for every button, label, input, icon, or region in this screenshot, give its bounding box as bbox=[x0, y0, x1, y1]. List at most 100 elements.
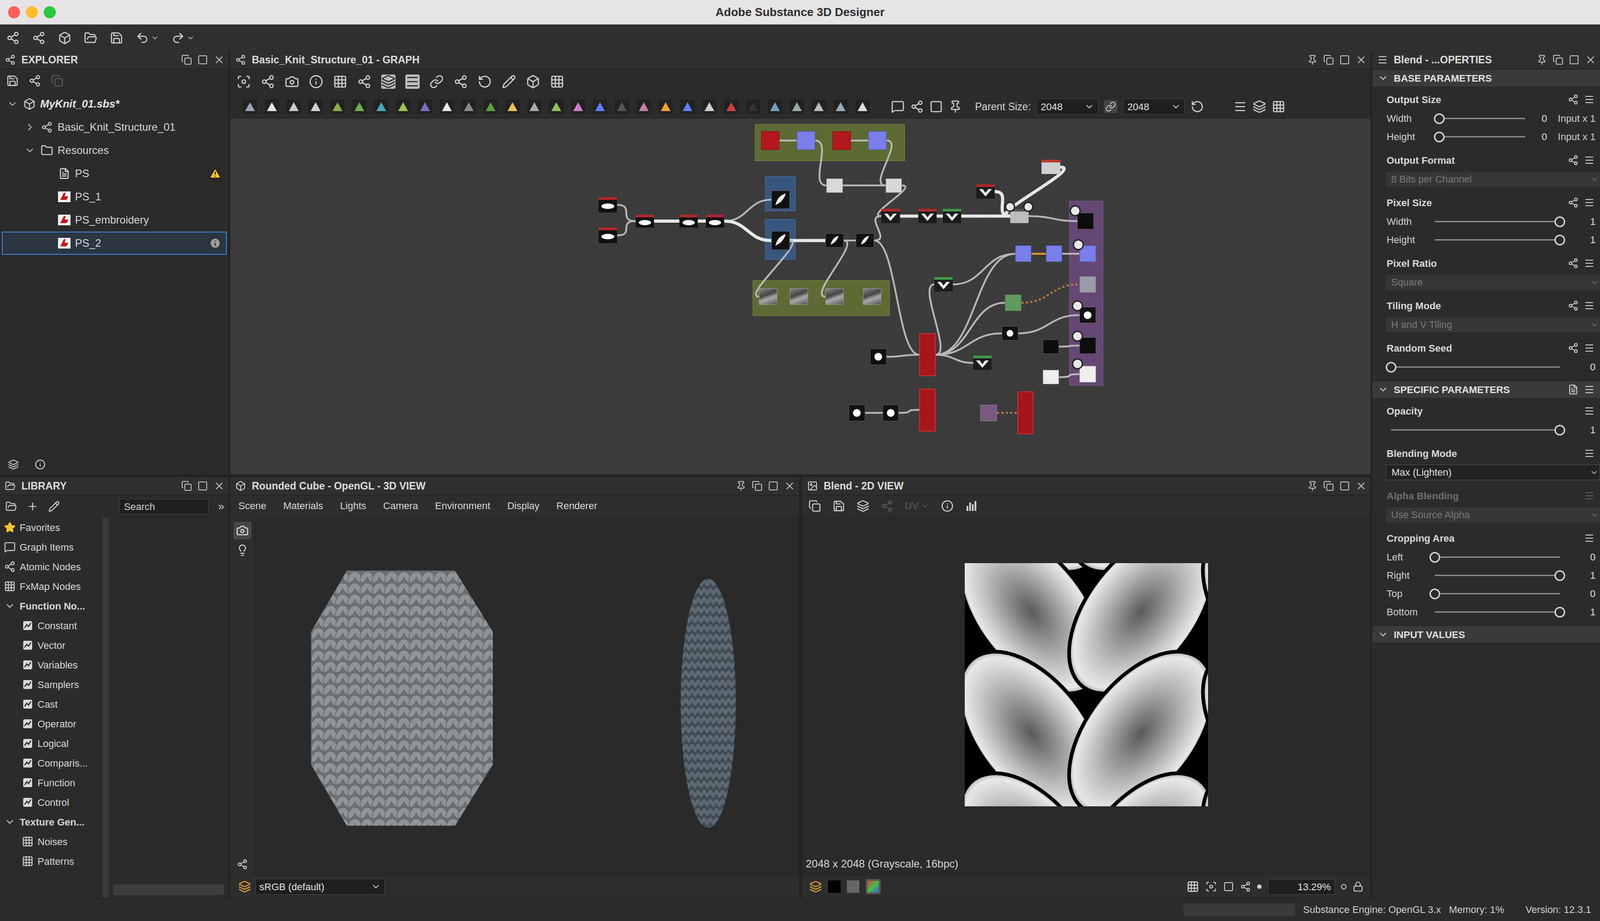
graph-node[interactable] bbox=[1079, 366, 1096, 383]
histogram-icon[interactable] bbox=[965, 500, 978, 513]
close-icon[interactable] bbox=[783, 480, 796, 492]
maximize-icon[interactable] bbox=[197, 480, 209, 492]
menu-icon[interactable] bbox=[1583, 154, 1595, 166]
graph-node[interactable] bbox=[826, 178, 843, 193]
pin-node-icon[interactable] bbox=[910, 100, 924, 114]
graph-edge[interactable] bbox=[1018, 315, 1080, 334]
library-item[interactable]: Logical bbox=[0, 733, 103, 754]
undo-history-icon[interactable] bbox=[150, 33, 159, 42]
save-icon[interactable] bbox=[109, 31, 124, 45]
graph-tool-icon[interactable] bbox=[550, 74, 565, 89]
section-header[interactable]: BASE PARAMETERS bbox=[1372, 69, 1600, 88]
graph-node[interactable] bbox=[832, 131, 851, 150]
node-type-icon[interactable] bbox=[723, 98, 740, 115]
graph-node[interactable] bbox=[758, 288, 778, 305]
graph-node[interactable] bbox=[942, 208, 962, 224]
close-icon[interactable] bbox=[1355, 480, 1367, 492]
graph-node[interactable] bbox=[771, 231, 790, 250]
maximize-icon[interactable] bbox=[197, 54, 209, 66]
node-type-icon[interactable] bbox=[329, 98, 346, 115]
graph-edge[interactable] bbox=[952, 254, 1015, 285]
grid-icon[interactable] bbox=[1186, 880, 1200, 894]
float-icon[interactable] bbox=[1323, 54, 1334, 66]
slider-value[interactable]: 0 bbox=[1568, 586, 1596, 602]
graph-node[interactable] bbox=[882, 404, 900, 422]
new-package-icon[interactable] bbox=[58, 31, 72, 45]
graph-edge[interactable] bbox=[779, 139, 797, 142]
graph-node[interactable] bbox=[1001, 326, 1019, 341]
graph-node[interactable] bbox=[881, 208, 900, 224]
expand-icon[interactable] bbox=[1377, 629, 1389, 641]
graph-node[interactable] bbox=[705, 214, 725, 229]
library-item[interactable]: Favorites bbox=[0, 517, 103, 538]
close-icon[interactable] bbox=[213, 480, 225, 492]
info-icon[interactable] bbox=[208, 237, 222, 250]
graph-node[interactable] bbox=[1072, 239, 1084, 251]
menu-item[interactable]: Camera bbox=[383, 498, 418, 514]
slider-handle[interactable] bbox=[1554, 425, 1566, 436]
float-icon[interactable] bbox=[1323, 480, 1334, 492]
menu-icon[interactable] bbox=[1583, 342, 1595, 354]
graph-node[interactable] bbox=[825, 233, 844, 248]
menu-item[interactable]: Environment bbox=[435, 498, 491, 514]
graph-node[interactable] bbox=[1023, 201, 1034, 213]
graph-node[interactable] bbox=[919, 333, 936, 377]
add-icon[interactable] bbox=[26, 500, 39, 513]
graph-node[interactable] bbox=[862, 288, 882, 305]
node-type-icon[interactable] bbox=[570, 98, 587, 115]
presets-icon[interactable] bbox=[1567, 384, 1579, 396]
close-icon[interactable] bbox=[1355, 54, 1367, 66]
menu-item[interactable]: Lights bbox=[340, 498, 367, 514]
link-icon[interactable] bbox=[1104, 100, 1118, 114]
graph-node[interactable] bbox=[1017, 391, 1034, 435]
menu-icon[interactable] bbox=[1583, 300, 1595, 312]
slider-track[interactable] bbox=[1434, 131, 1525, 143]
overflow-button[interactable]: » bbox=[218, 498, 225, 515]
maximize-icon[interactable] bbox=[1339, 54, 1350, 66]
new-graph-icon[interactable] bbox=[6, 31, 20, 45]
menu-item[interactable]: Renderer bbox=[556, 498, 598, 514]
library-item[interactable]: Constant bbox=[0, 616, 103, 636]
new-function-icon[interactable] bbox=[32, 31, 46, 45]
graph-edge[interactable] bbox=[1021, 284, 1080, 303]
slider-track[interactable] bbox=[1434, 216, 1560, 228]
graph-tool-icon[interactable] bbox=[260, 74, 275, 89]
expand-icon[interactable] bbox=[7, 98, 18, 110]
section-header[interactable]: SPECIFIC PARAMETERS bbox=[1372, 380, 1600, 399]
redo-history-icon[interactable] bbox=[186, 33, 195, 42]
graph-edge[interactable] bbox=[1058, 345, 1080, 347]
gray-bg-swatch[interactable] bbox=[846, 880, 860, 894]
expand-icon[interactable] bbox=[4, 816, 16, 828]
node-type-icon[interactable] bbox=[745, 98, 762, 115]
expand-icon[interactable] bbox=[1377, 384, 1389, 396]
close-icon[interactable] bbox=[1584, 54, 1597, 66]
node-type-icon[interactable] bbox=[395, 98, 412, 115]
tree-item[interactable]: PS bbox=[1, 162, 227, 186]
graph-node[interactable] bbox=[934, 277, 953, 292]
graph-edge[interactable] bbox=[935, 333, 1003, 355]
inheritance-icon[interactable] bbox=[1567, 342, 1579, 354]
graph-edge[interactable] bbox=[898, 410, 920, 414]
graph-node[interactable] bbox=[1079, 276, 1096, 293]
tree-item[interactable]: Basic_Knit_Structure_01 bbox=[1, 115, 227, 139]
node-type-icon[interactable] bbox=[438, 98, 455, 115]
node-type-icon[interactable] bbox=[482, 98, 499, 115]
slider-value[interactable]: 0 bbox=[1568, 550, 1596, 565]
slider-value[interactable]: 1 bbox=[1568, 422, 1596, 438]
slider-handle[interactable] bbox=[1429, 552, 1441, 563]
redo-icon[interactable] bbox=[171, 31, 185, 45]
slider-track[interactable] bbox=[1434, 588, 1560, 600]
export-icon[interactable] bbox=[808, 500, 821, 513]
slider-value[interactable]: 1 bbox=[1568, 604, 1596, 620]
graph-node[interactable] bbox=[1071, 358, 1084, 370]
library-item[interactable]: FxMap Nodes bbox=[0, 576, 103, 597]
minimize-window-button[interactable] bbox=[25, 6, 38, 19]
tree-item[interactable]: PS_1 bbox=[1, 185, 227, 209]
graph-edge[interactable] bbox=[815, 140, 827, 186]
graph-node[interactable] bbox=[973, 355, 992, 371]
node-type-icon[interactable] bbox=[548, 98, 565, 115]
zoom-field[interactable]: 13.29% bbox=[1267, 879, 1335, 896]
menu-icon[interactable] bbox=[1583, 533, 1595, 544]
tree-view-icon[interactable] bbox=[8, 459, 19, 471]
maximize-icon[interactable] bbox=[1339, 480, 1350, 492]
